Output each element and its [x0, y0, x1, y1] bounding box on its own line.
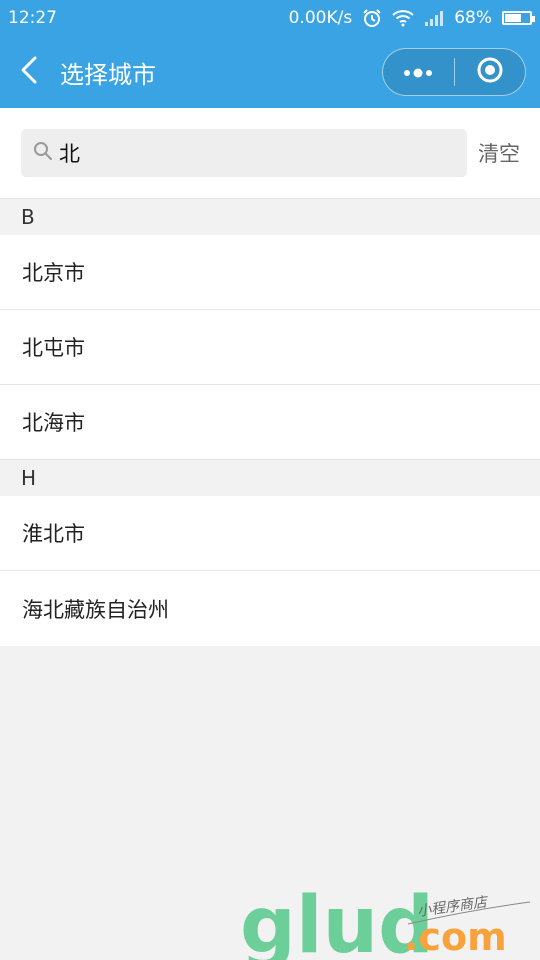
search-box[interactable]: [21, 129, 467, 177]
close-mini-program-button[interactable]: [455, 49, 526, 95]
city-row[interactable]: 北屯市: [0, 310, 540, 385]
city-row[interactable]: 淮北市: [0, 496, 540, 571]
battery-icon: [502, 11, 535, 25]
target-circle-icon: [476, 56, 504, 88]
city-list: B 北京市 北屯市 北海市 H 淮北市 海北藏族自治州: [0, 199, 540, 646]
alarm-icon: [362, 8, 382, 28]
city-row[interactable]: 北京市: [0, 235, 540, 310]
wifi-icon: [392, 9, 414, 27]
more-button[interactable]: [383, 49, 454, 95]
more-dots-icon: [402, 63, 434, 82]
search-icon: [33, 141, 53, 165]
page-title: 选择城市: [60, 60, 156, 89]
city-row[interactable]: 海北藏族自治州: [0, 571, 540, 646]
status-bar: 12:27 0.00K/s 68%: [0, 0, 540, 36]
battery-percent: 68%: [454, 8, 492, 28]
back-button[interactable]: [2, 36, 58, 108]
city-row[interactable]: 北海市: [0, 385, 540, 460]
status-time: 12:27: [8, 8, 57, 28]
signal-icon: [424, 9, 444, 27]
status-right: 0.00K/s 68%: [288, 8, 535, 28]
section-header-h: H: [0, 460, 540, 496]
battery-fill: [505, 14, 521, 22]
watermark-logo: glud .com 小程序商店: [240, 881, 540, 960]
section-header-b: B: [0, 199, 540, 235]
chevron-left-icon: [19, 55, 41, 89]
search-input[interactable]: [59, 141, 419, 165]
search-area: 清空: [0, 108, 540, 199]
net-speed: 0.00K/s: [288, 8, 353, 28]
clear-button[interactable]: 清空: [478, 138, 520, 168]
mini-program-capsule: [382, 48, 526, 96]
nav-bar: 选择城市: [0, 36, 540, 108]
